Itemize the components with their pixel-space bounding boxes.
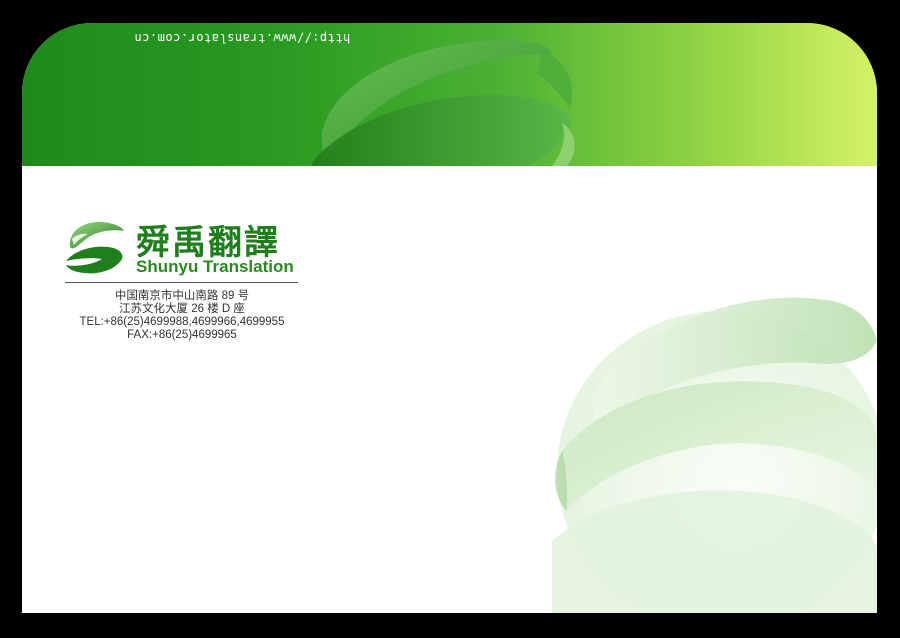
website-url: http://www.translator.com.cn: [134, 31, 351, 45]
envelope-flap: http://www.translator.com.cn: [22, 23, 877, 166]
watermark-ribbon-icon: [552, 297, 877, 613]
fax-number: FAX:+86(25)4699965: [127, 329, 237, 341]
envelope: http://www.translator.com.cn 舜禹翻譯 Shunyu…: [22, 23, 877, 613]
address-line-1: 中国南京市中山南路 89 号: [114, 290, 250, 302]
brand-name-en: Shunyu Translation: [136, 257, 294, 276]
brand-logo: 舜禹翻譯 Shunyu Translation: [62, 215, 302, 285]
telephone-numbers: TEL:+86(25)4699988,4699966,4699955: [79, 316, 285, 328]
contact-block: 中国南京市中山南路 89 号 江苏文化大厦 26 楼 D 座 TEL:+86(2…: [62, 290, 302, 342]
address-line-2: 江苏文化大厦 26 楼 D 座: [119, 303, 245, 315]
logo-divider: [65, 282, 298, 283]
logo-ribbon-icon: [66, 221, 124, 274]
